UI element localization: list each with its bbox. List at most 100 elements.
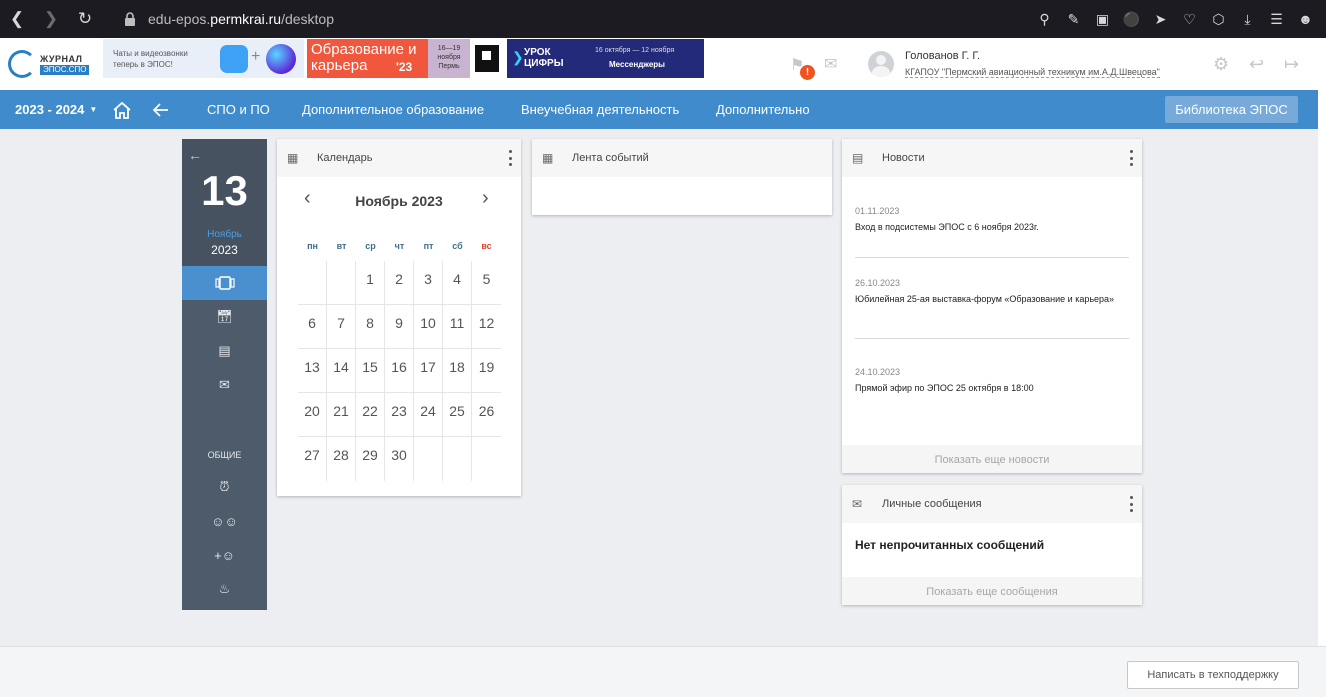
logo-icon: [8, 50, 36, 78]
avatar[interactable]: [868, 51, 894, 77]
calendar-day[interactable]: 14: [327, 349, 356, 392]
calendar-day[interactable]: 17: [414, 349, 443, 392]
calendar-day[interactable]: 25: [443, 393, 472, 436]
share-icon[interactable]: ✎: [1059, 0, 1088, 38]
sidebar-item-dashboard[interactable]: [182, 266, 267, 300]
notification-badge: !: [800, 65, 815, 80]
heart-icon[interactable]: ♡: [1175, 0, 1204, 38]
sidebar-item-alarm[interactable]: ⏰︎: [182, 470, 267, 504]
calendar-day[interactable]: 9: [385, 305, 414, 348]
back-icon[interactable]: ❮: [0, 0, 34, 38]
undo-icon[interactable]: ↩: [1249, 54, 1264, 75]
back-arrow-icon[interactable]: [153, 90, 169, 129]
calendar-day[interactable]: 2: [385, 261, 414, 304]
calendar-day[interactable]: 30: [385, 437, 414, 481]
calendar-day[interactable]: 20: [298, 393, 327, 436]
year-select[interactable]: 2023 - 2024 ▼: [15, 90, 97, 129]
cube-icon[interactable]: ⬡: [1204, 0, 1233, 38]
calendar-day[interactable]: 26: [472, 393, 501, 436]
more-vert-icon[interactable]: [1130, 496, 1134, 512]
show-more-news-button[interactable]: Показать еще новости: [842, 445, 1142, 473]
logo[interactable]: ЖУРНАЛ ЭПОС.СПО: [8, 48, 90, 80]
calendar-day[interactable]: 19: [472, 349, 501, 392]
support-button[interactable]: Написать в техподдержку: [1127, 661, 1299, 689]
show-more-messages-button[interactable]: Показать еще сообщения: [842, 577, 1142, 605]
scrollbar[interactable]: [1318, 38, 1326, 646]
calendar-day[interactable]: 5: [472, 261, 501, 304]
reload-icon[interactable]: ↻: [68, 0, 102, 38]
camera-icon[interactable]: ▣: [1088, 0, 1117, 38]
weekday-label: вс: [481, 241, 492, 251]
news-item[interactable]: 01.11.2023 Вход в подсистемы ЭПОС с 6 но…: [855, 206, 1129, 235]
calendar-day[interactable]: 8: [356, 305, 385, 348]
news-card-header: ▤ Новости: [842, 139, 1142, 177]
send-icon[interactable]: ➤: [1146, 0, 1175, 38]
calendar-day[interactable]: [327, 261, 356, 304]
library-button[interactable]: Библиотека ЭПОС: [1165, 96, 1298, 123]
sidebar-item-news[interactable]: ▤: [182, 334, 267, 368]
sidebar-item-add-user[interactable]: +☺: [182, 538, 267, 572]
site-header: ЖУРНАЛ ЭПОС.СПО Чаты и видеозвонки тепер…: [0, 38, 1318, 90]
news-item[interactable]: 26.10.2023 Юбилейная 25-ая выставка-фору…: [855, 278, 1129, 307]
calendar-day[interactable]: 21: [327, 393, 356, 436]
gear-icon[interactable]: ⚙: [1213, 54, 1229, 75]
calendar-day[interactable]: 13: [298, 349, 327, 392]
mail-icon: ✉: [852, 497, 863, 511]
calendar-day[interactable]: 1: [356, 261, 385, 304]
mail-icon[interactable]: ✉: [824, 54, 837, 74]
calendar-day[interactable]: 18: [443, 349, 472, 392]
calendar-day[interactable]: 24: [414, 393, 443, 436]
calendar-day[interactable]: 22: [356, 393, 385, 436]
search-icon[interactable]: ⚲: [1030, 0, 1059, 38]
user-organization[interactable]: КГАПОУ "Пермский авиационный техникум им…: [905, 67, 1160, 78]
chevron-right-icon[interactable]: ›: [482, 187, 489, 210]
calendar-day[interactable]: 27: [298, 437, 327, 481]
calendar-day[interactable]: [443, 437, 472, 481]
calendar-day[interactable]: 6: [298, 305, 327, 348]
calendar-day[interactable]: 3: [414, 261, 443, 304]
sidebar-item-calendar[interactable]: 📅︎: [182, 300, 267, 334]
calendar-day[interactable]: [472, 437, 501, 481]
calendar-day[interactable]: 10: [414, 305, 443, 348]
sidebar-item-messages[interactable]: ✉: [182, 368, 267, 402]
footer: Написать в техподдержку: [0, 646, 1326, 697]
calendar-day[interactable]: 7: [327, 305, 356, 348]
sidebar-item-notifications[interactable]: ♨: [182, 572, 267, 606]
nav-link-spo[interactable]: СПО и ПО: [207, 90, 270, 129]
calendar-day[interactable]: 4: [443, 261, 472, 304]
shield-icon[interactable]: ⚫: [1117, 0, 1146, 38]
events-card: ▦ Лента событий: [532, 139, 832, 215]
logout-icon[interactable]: ↦: [1284, 54, 1299, 75]
calendar-day[interactable]: [298, 261, 327, 304]
calendar-day[interactable]: 29: [356, 437, 385, 481]
calendar-day[interactable]: 12: [472, 305, 501, 348]
back-arrow-icon[interactable]: ←: [188, 147, 202, 163]
user-name[interactable]: Голованов Г. Г.: [905, 50, 980, 62]
calendar-day[interactable]: 28: [327, 437, 356, 481]
news-item[interactable]: 24.10.2023 Прямой эфир по ЭПОС 25 октябр…: [855, 367, 1129, 396]
home-icon[interactable]: [112, 90, 132, 129]
calendar-day[interactable]: 23: [385, 393, 414, 436]
calendar-day[interactable]: [414, 437, 443, 481]
nav-link-additional-education[interactable]: Дополнительное образование: [302, 90, 484, 129]
nav-link-more[interactable]: Дополнительно: [716, 90, 810, 129]
year-select-value: 2023 - 2024: [15, 102, 85, 117]
nav-link-extracurricular[interactable]: Внеучебная деятельность: [521, 90, 679, 129]
banner-education[interactable]: Образование и карьера '23 16—19 ноября П…: [307, 39, 504, 78]
arrow-icon: ❯: [512, 49, 524, 65]
calendar-day[interactable]: 11: [443, 305, 472, 348]
account-icon[interactable]: ☻: [1291, 0, 1320, 38]
sidebar-item-groups[interactable]: ☺☺: [182, 504, 267, 538]
download-icon[interactable]: ⤓: [1233, 0, 1262, 38]
menu-icon[interactable]: ☰: [1262, 0, 1291, 38]
address-bar[interactable]: edu-epos.permkrai.ru/desktop: [124, 0, 334, 38]
more-vert-icon[interactable]: [509, 150, 513, 166]
forward-icon[interactable]: ❯: [34, 0, 68, 38]
calendar-card-header: ▦ Календарь: [277, 139, 521, 177]
calendar-day[interactable]: 16: [385, 349, 414, 392]
banner-digital-lesson[interactable]: ❯ УРОК ЦИФРЫ 16 октября — 12 ноября Месс…: [507, 39, 704, 78]
messages-card-header: ✉ Личные сообщения: [842, 485, 1142, 523]
more-vert-icon[interactable]: [1130, 150, 1134, 166]
calendar-day[interactable]: 15: [356, 349, 385, 392]
banner-chats[interactable]: Чаты и видеозвонки теперь в ЭПОС! +: [103, 39, 304, 78]
